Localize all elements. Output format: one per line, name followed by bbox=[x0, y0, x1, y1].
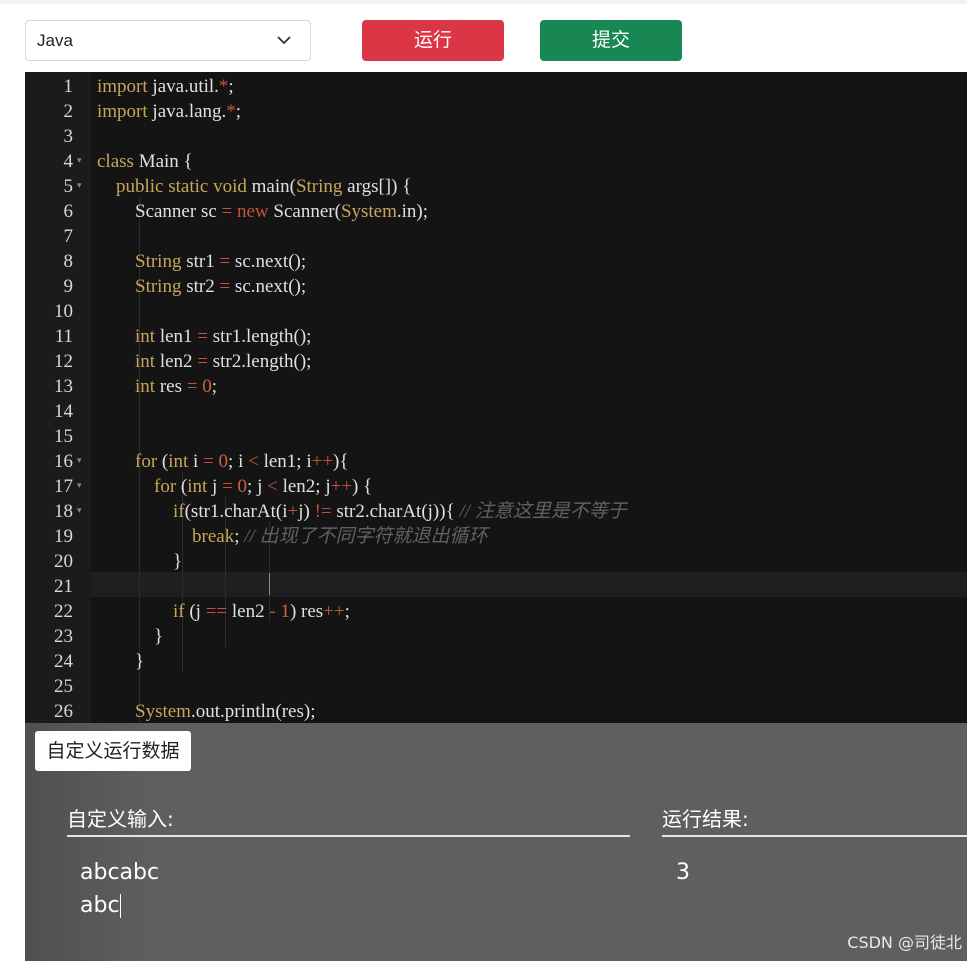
input-line-with-caret: abc bbox=[80, 889, 159, 922]
top-toolbar: Java 运行 提交 bbox=[0, 0, 967, 72]
line-number: 25 bbox=[54, 676, 73, 697]
fold-icon[interactable]: ▾ bbox=[77, 474, 87, 499]
line-number: 23 bbox=[54, 626, 73, 647]
code-line: if (j == len2 - 1) res++; bbox=[173, 601, 350, 622]
fold-icon[interactable]: ▾ bbox=[77, 499, 87, 524]
code-line: if(str1.charAt(i+j) != str2.charAt(j)){ … bbox=[173, 501, 627, 522]
code-line: int res = 0; bbox=[135, 376, 217, 397]
line-number: 1 bbox=[63, 76, 74, 97]
code-line: int len1 = str1.length(); bbox=[135, 326, 312, 347]
line-number: 5 bbox=[63, 176, 74, 197]
code-line: for (int i = 0; i < len1; i++){ bbox=[135, 451, 349, 472]
code-line: String str2 = sc.next(); bbox=[135, 276, 307, 297]
input-line: abc bbox=[80, 893, 120, 918]
chevron-down-icon bbox=[277, 36, 291, 45]
language-select-value: Java bbox=[37, 31, 73, 50]
code-line: System.out.println(res); bbox=[135, 701, 316, 722]
code-line: import java.lang.*; bbox=[97, 101, 242, 122]
run-button[interactable]: 运行 bbox=[362, 20, 504, 61]
submit-button[interactable]: 提交 bbox=[540, 20, 682, 61]
line-number: 16 bbox=[54, 451, 73, 472]
input-line: abcabc bbox=[80, 860, 160, 885]
line-number: 7 bbox=[63, 226, 74, 247]
run-data-panel: 自定义运行数据 自定义输入: 运行结果: abcabc abc 3 CSDN @… bbox=[25, 723, 967, 961]
fold-icon[interactable]: ▾ bbox=[77, 149, 87, 174]
line-number: 11 bbox=[54, 326, 73, 347]
language-select[interactable]: Java bbox=[25, 20, 311, 61]
line-number: 9 bbox=[63, 276, 74, 297]
code-line: String str1 = sc.next(); bbox=[135, 251, 307, 272]
line-number: 6 bbox=[63, 201, 74, 222]
code-line: int len2 = str2.length(); bbox=[135, 351, 312, 372]
line-number: 10 bbox=[54, 301, 73, 322]
code-line: break; // 出现了不同字符就退出循环 bbox=[192, 526, 488, 547]
output-title: 运行结果: bbox=[662, 807, 749, 831]
code-line: } bbox=[97, 551, 183, 572]
output-divider bbox=[662, 835, 967, 837]
custom-run-data-button[interactable]: 自定义运行数据 bbox=[35, 731, 191, 771]
line-number: 12 bbox=[54, 351, 73, 372]
fold-icon[interactable]: ▾ bbox=[77, 449, 87, 474]
input-divider bbox=[67, 835, 630, 837]
code-line: import java.util.*; bbox=[97, 76, 234, 97]
line-number: 8 bbox=[63, 251, 74, 272]
code-line: } bbox=[97, 651, 145, 672]
input-title: 自定义输入: bbox=[67, 807, 174, 831]
code-line: Scanner sc = new Scanner(System.in); bbox=[97, 201, 429, 222]
code-line: public static void main(String args[]) { bbox=[116, 176, 412, 197]
line-number: 4 bbox=[63, 151, 74, 172]
code-line: for (int j = 0; j < len2; j++) { bbox=[154, 476, 373, 497]
line-number: 3 bbox=[63, 126, 74, 147]
line-number: 14 bbox=[54, 401, 73, 422]
text-cursor bbox=[269, 573, 270, 595]
line-number: 2 bbox=[63, 101, 74, 122]
line-number: 21 bbox=[54, 576, 73, 597]
line-number: 18 bbox=[54, 501, 73, 522]
text-caret bbox=[119, 894, 121, 918]
run-result-value: 3 bbox=[676, 860, 690, 885]
active-line-highlight bbox=[91, 572, 967, 597]
line-number: 20 bbox=[54, 551, 73, 572]
line-number: 24 bbox=[54, 651, 73, 672]
code-line: } bbox=[97, 626, 164, 647]
line-number: 22 bbox=[54, 601, 73, 622]
code-editor[interactable]: 1 2 3 4 5 6 7 8 9 10 11 12 13 14 15 16 1… bbox=[25, 72, 967, 723]
line-number: 17 bbox=[54, 476, 73, 497]
custom-input-field[interactable]: abcabc abc bbox=[80, 856, 159, 922]
fold-icon[interactable]: ▾ bbox=[77, 174, 87, 199]
line-number: 19 bbox=[54, 526, 73, 547]
line-number: 15 bbox=[54, 426, 73, 447]
watermark: CSDN @司徒北 bbox=[847, 933, 962, 952]
line-number: 13 bbox=[54, 376, 73, 397]
line-number: 26 bbox=[54, 701, 73, 722]
code-line: class Main { bbox=[97, 151, 193, 172]
